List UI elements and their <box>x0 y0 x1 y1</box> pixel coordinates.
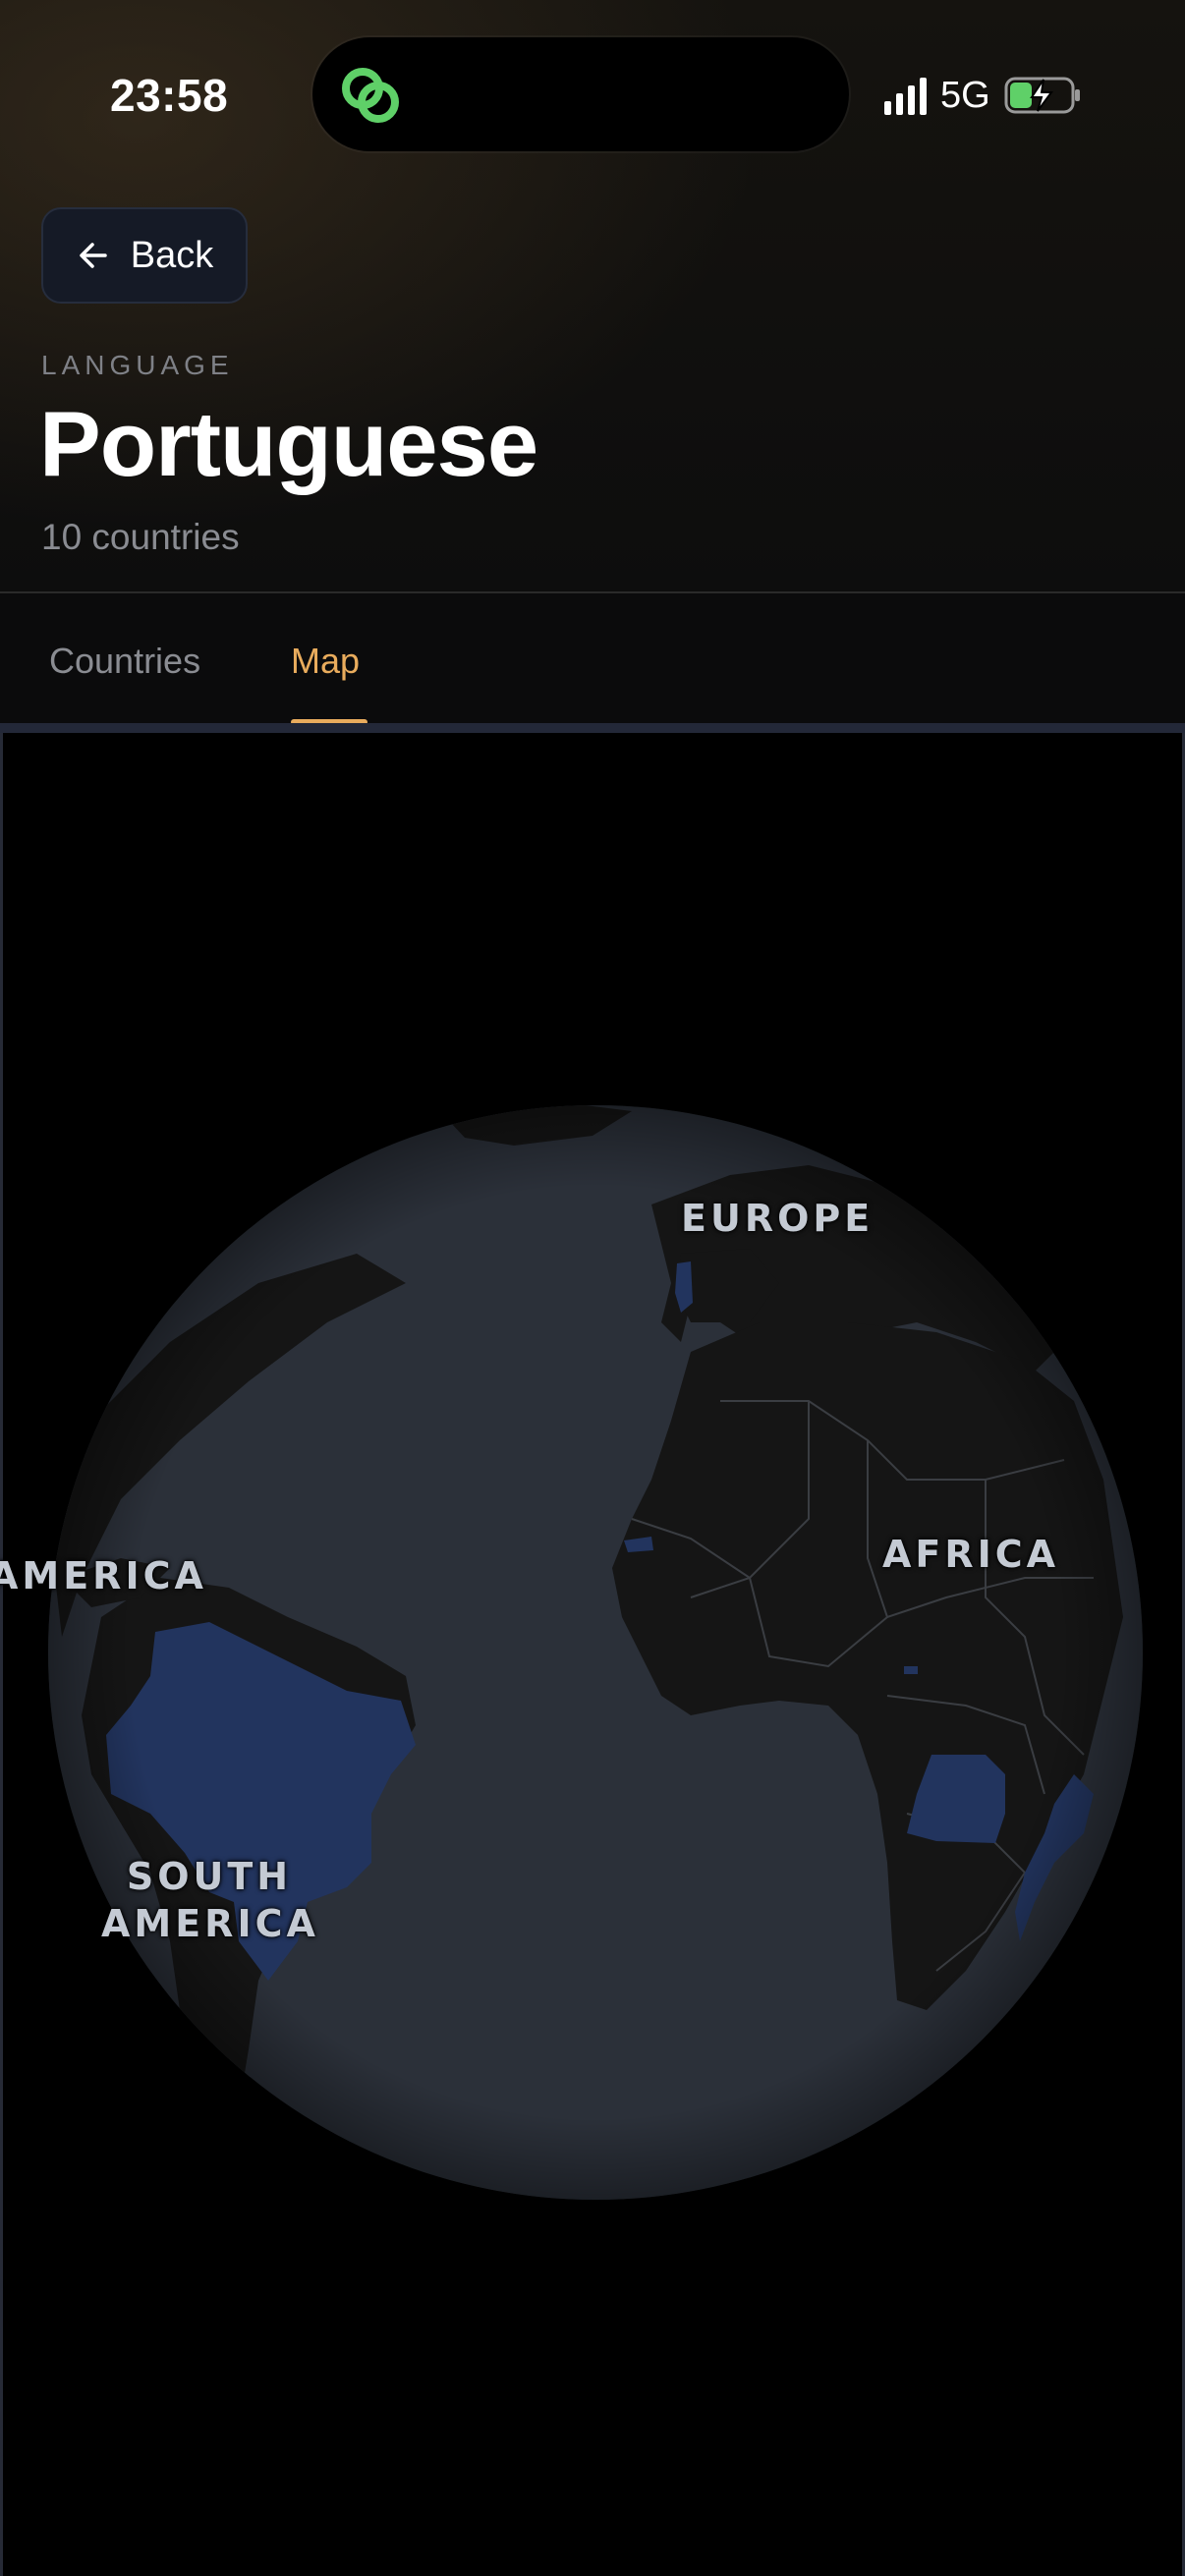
battery-charging-icon <box>1004 77 1080 114</box>
network-type: 5G <box>940 74 990 116</box>
status-time: 23:58 <box>110 70 229 121</box>
arrow-left-icon <box>80 243 107 268</box>
label-europe: EUROPE <box>681 1197 875 1240</box>
tab-bar-underline <box>0 723 1185 733</box>
tab-map[interactable]: Map <box>291 641 360 682</box>
header: 23:58 5G Back LANGUAGE Portuguese 10 cou… <box>0 0 1185 591</box>
screen: 23:58 5G Back LANGUAGE Portuguese 10 cou… <box>0 0 1185 2576</box>
label-america: AMERICA <box>0 1554 207 1597</box>
label-south-america-line2: AMERICA <box>101 1902 319 1945</box>
tab-bar: Countries Map <box>0 593 1185 725</box>
section-eyebrow: LANGUAGE <box>41 350 234 380</box>
status-right: 5G <box>884 71 1083 120</box>
signal-icon <box>884 76 927 115</box>
tab-countries[interactable]: Countries <box>49 641 200 682</box>
land-madagascar <box>1113 1814 1143 1902</box>
label-south-america-line1: SOUTH <box>126 1855 293 1898</box>
app-link-icon <box>342 68 399 123</box>
label-africa: AFRICA <box>882 1533 1060 1576</box>
globe-svg[interactable] <box>3 733 1182 2576</box>
globe-map[interactable]: EUROPE AFRICA AMERICA SOUTH AMERICA <box>0 733 1185 2576</box>
label-south-america: SOUTH AMERICA <box>101 1853 317 1947</box>
country-count: 10 countries <box>41 517 240 557</box>
page-title: Portuguese <box>39 392 538 495</box>
globe-shading <box>48 1105 1143 2200</box>
dynamic-island <box>312 37 849 151</box>
back-label: Back <box>130 234 214 276</box>
back-button[interactable]: Back <box>41 207 248 304</box>
